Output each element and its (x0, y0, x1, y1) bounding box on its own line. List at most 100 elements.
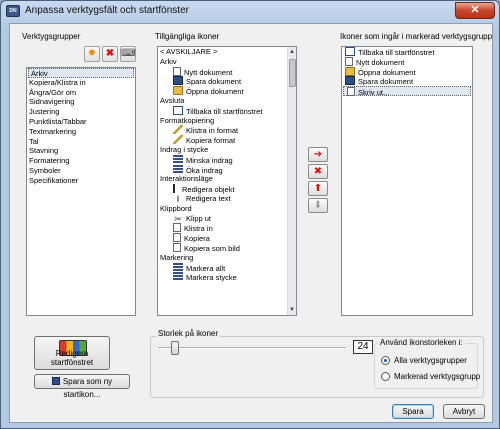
available-category-header[interactable]: Indrag i stycke (158, 145, 287, 155)
row-label: Kopiera (184, 234, 210, 244)
scrollbar-thumb[interactable] (289, 59, 296, 87)
row-label: Klippbord (160, 203, 192, 213)
available-category-header[interactable]: Markering (158, 253, 287, 263)
app-icon: DN (6, 5, 20, 17)
row-label: Klistra in format (186, 126, 239, 136)
tool-group-item[interactable]: Specifikationer (27, 176, 135, 186)
available-icons-label: Tillgängliga ikoner (155, 32, 220, 41)
icon-size-slider-thumb[interactable] (171, 341, 179, 355)
move-down-button[interactable]: ⬇ (308, 198, 328, 213)
available-category-header[interactable]: Klippbord (158, 204, 287, 214)
row-label: Öppna dokument (186, 87, 244, 97)
included-icon-item[interactable]: Tillbaka till startfönstret (342, 47, 472, 57)
tool-group-item[interactable]: Kopiera/Klistra in (27, 78, 135, 88)
available-category-header[interactable]: Interaktionsläge (158, 174, 287, 184)
scope-all-groups-option[interactable]: Alla verktygsgrupper (381, 356, 467, 365)
scroll-up-icon[interactable]: ▲ (288, 47, 296, 57)
move-up-button[interactable]: ⬆ (308, 181, 328, 196)
available-icon-item[interactable]: Kopiera format (158, 135, 287, 145)
available-icon-item[interactable]: Öppna dokument (158, 86, 287, 96)
available-icon-item[interactable]: Kopiera (158, 233, 287, 243)
tool-group-item[interactable]: Sidnavigering (27, 97, 135, 107)
save-button[interactable]: Spara (392, 404, 434, 419)
available-category-header[interactable]: Avsluta (158, 96, 287, 106)
available-icon-item[interactable]: Nytt dokument (158, 66, 287, 77)
tool-group-item[interactable]: Symboler (27, 166, 135, 176)
save-as-start-icon-button[interactable]: Spara som ny startikon... (34, 374, 130, 399)
title-bar[interactable]: DN Anpassa verktygsfält och startfönster… (1, 1, 499, 23)
brush-icon (173, 125, 183, 135)
rename-group-button[interactable]: ⌨ (120, 46, 136, 62)
available-icon-item[interactable]: Öka indrag (158, 164, 287, 175)
document-icon (345, 56, 353, 66)
cursor-icon (173, 184, 179, 194)
available-category-header[interactable]: Arkiv (158, 57, 287, 67)
available-icon-item[interactable]: Klistra in format (158, 125, 287, 135)
available-icon-item[interactable]: Redigera objekt (158, 184, 287, 194)
back-to-start-icon (345, 47, 355, 56)
tool-group-item[interactable]: Stavning (27, 146, 135, 156)
folder-icon (345, 66, 355, 76)
scope-selected-group-option[interactable]: Markerad verktygsgrupp (381, 372, 480, 381)
tool-group-item[interactable]: Textmarkering (27, 127, 135, 137)
document-icon (173, 223, 181, 233)
close-button[interactable]: ✕ (455, 2, 495, 19)
add-icon-button[interactable]: ➔ (308, 147, 328, 162)
dialog-body: Verktygsgrupper ✸ ✖ ⌨ Arkiv Kopiera/Klist… (9, 23, 493, 423)
icon-size-value: 24 (353, 340, 373, 354)
included-icon-item[interactable]: Nytt dokument (342, 56, 472, 67)
tool-group-item[interactable]: Formatering (27, 156, 135, 166)
window-title: Anpassa verktygsfält och startfönster (25, 5, 189, 16)
tool-group-item[interactable]: Justering (27, 107, 135, 117)
cancel-button[interactable]: Avbryt (443, 404, 485, 419)
apply-scope-group (374, 343, 478, 389)
available-icon-item[interactable]: Minska indrag (158, 154, 287, 165)
available-icon-item[interactable]: Kopiera som bild (158, 242, 287, 253)
available-icon-item[interactable]: Markera stycke (158, 272, 287, 282)
delete-group-button[interactable]: ✖ (102, 46, 118, 62)
available-icons-list[interactable]: < AVSKILJARE > Arkiv Nytt dokument Spara do… (157, 46, 297, 316)
included-icons-list[interactable]: Tillbaka till startfönstret Nytt dokument… (341, 46, 473, 316)
row-label: Minska indrag (186, 155, 233, 165)
brush-icon (173, 135, 183, 145)
scope-selected-radio[interactable] (381, 372, 390, 381)
scope-selected-label: Markerad verktygsgrupp (394, 372, 481, 381)
tool-group-item[interactable]: Ångra/Gör om (27, 88, 135, 98)
new-group-button[interactable]: ✸ (84, 46, 100, 62)
save-icon (345, 76, 355, 86)
edit-start-window-button[interactable]: Redigera startfönstret (34, 336, 110, 370)
tool-group-item[interactable]: Tal (27, 137, 135, 147)
scroll-down-icon[interactable]: ▼ (288, 305, 296, 315)
tool-group-item[interactable]: Arkiv (28, 68, 134, 78)
apply-scope-label: Använd ikonstorleken i: (378, 338, 465, 347)
available-icon-item[interactable]: ✂ Klipp ut (158, 214, 287, 224)
row-label: Markera allt (186, 263, 226, 273)
available-category-header[interactable]: < AVSKILJARE > (158, 47, 287, 57)
tool-groups-list[interactable]: Arkiv Kopiera/Klistra in Ångra/Gör om Sidna… (26, 67, 136, 316)
included-icon-item[interactable]: Spara dokument (342, 76, 472, 86)
row-label: Spara dokument (186, 77, 242, 87)
groups-label: Verktygsgrupper (22, 32, 81, 41)
save-as-start-icon-label: Spara som ny startikon... (62, 377, 113, 399)
row-label: Nytt dokument (356, 57, 405, 67)
row-label: Redigera objekt (182, 185, 235, 195)
row-label: Indrag i stycke (160, 144, 209, 154)
scope-all-radio[interactable] (381, 356, 390, 365)
icon-size-slider-track[interactable] (158, 347, 346, 349)
edit-start-window-label: Redigera startfönstret (50, 349, 94, 367)
save-icon (51, 377, 60, 385)
tool-group-item[interactable]: Punktlista/Tabbar (27, 117, 135, 127)
row-label: Klistra in (184, 224, 213, 234)
remove-icon-button[interactable]: ✖ (308, 164, 328, 179)
available-icon-item[interactable]: Markera allt (158, 262, 287, 273)
included-icon-item[interactable]: Öppna dokument (342, 66, 472, 77)
available-icon-item[interactable]: Spara dokument (158, 76, 287, 86)
row-label: Öppna dokument (358, 67, 416, 77)
available-scrollbar[interactable]: ▲ ▼ (287, 47, 296, 315)
available-icon-item[interactable]: Klistra in (158, 223, 287, 233)
row-label: Klipp ut (186, 213, 212, 223)
available-category-header[interactable]: Formatkopiering (158, 116, 287, 126)
included-icon-item[interactable]: Skriv ut... (343, 86, 471, 97)
available-icon-item[interactable]: Tillbaka till startfönstret (158, 105, 287, 116)
available-icon-item[interactable]: I Redigera text (158, 194, 287, 204)
